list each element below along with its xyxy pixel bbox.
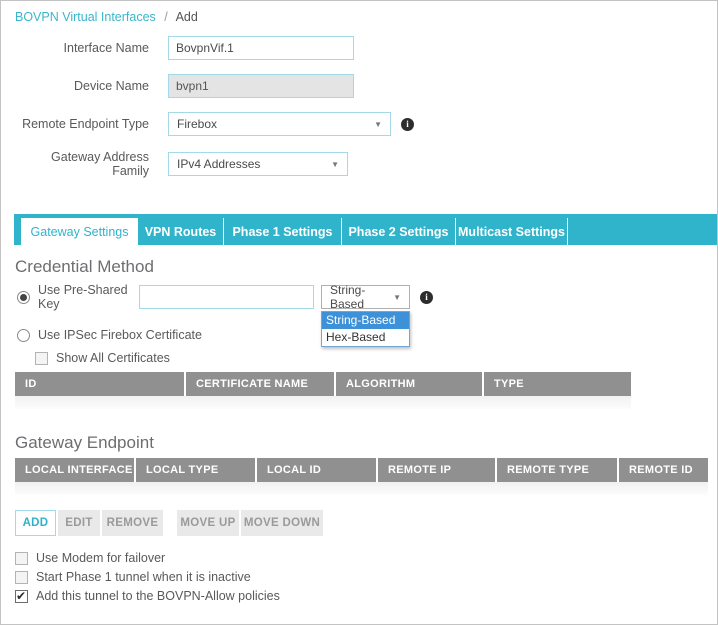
use-psk-row: Use Pre-Shared Key String-Based ▼ String… [17,283,717,311]
device-name-row: Device Name [1,74,717,98]
move-up-button[interactable]: MOVE UP [177,510,239,536]
gateway-address-family-row: Gateway Address Family IPv4 Addresses ▼ [1,150,717,178]
remote-endpoint-type-select[interactable]: Firebox ▼ [168,112,391,136]
cert-col-certificate-name: CERTIFICATE NAME [184,372,334,396]
top-form: Interface Name Device Name Remote Endpoi… [1,36,717,178]
use-modem-failover-checkbox[interactable] [15,552,28,565]
remote-endpoint-type-row: Remote Endpoint Type Firebox ▼ i [1,112,717,136]
tabbar-filler [568,218,717,245]
option-row-modem-failover: Use Modem for failover [15,551,717,565]
ge-col-remote-id: REMOTE ID [617,458,708,482]
psk-type-select-wrap: String-Based ▼ String-Based Hex-Based [321,285,410,309]
tab-vpn-routes[interactable]: VPN Routes [138,218,224,245]
cert-col-type: TYPE [482,372,631,396]
gateway-endpoint-heading: Gateway Endpoint [15,433,717,453]
certificate-table-empty-body [15,396,631,409]
show-all-certificates-row: Show All Certificates [35,351,717,365]
gateway-endpoint-table-header: LOCAL INTERFACE LOCAL TYPE LOCAL ID REMO… [15,458,717,482]
chevron-down-icon: ▼ [374,120,382,129]
edit-button[interactable]: EDIT [58,510,100,536]
use-psk-radio[interactable] [17,291,30,304]
psk-type-dropdown-list: String-Based Hex-Based [321,311,410,347]
breadcrumb: BOVPN Virtual Interfaces / Add [1,1,717,24]
use-modem-failover-label: Use Modem for failover [36,551,165,565]
add-to-bovpn-allow-label: Add this tunnel to the BOVPN-Allow polic… [36,589,280,603]
gateway-address-family-label: Gateway Address Family [15,150,149,178]
use-psk-option: Use Pre-Shared Key [17,283,139,311]
option-row-start-phase1: Start Phase 1 tunnel when it is inactive [15,570,717,584]
gateway-address-family-select[interactable]: IPv4 Addresses ▼ [168,152,348,176]
use-psk-label: Use Pre-Shared Key [38,283,139,311]
gateway-endpoint-table-empty-body [15,482,708,495]
interface-name-input[interactable] [168,36,354,60]
device-name-label: Device Name [15,79,149,93]
cert-col-id: ID [15,372,184,396]
tab-phase-2-settings[interactable]: Phase 2 Settings [342,218,456,245]
chevron-down-icon: ▼ [393,293,401,302]
psk-type-select[interactable]: String-Based ▼ [321,285,410,309]
gateway-endpoint-buttons: ADD EDIT REMOVE MOVE UP MOVE DOWN [15,510,717,536]
pre-shared-key-input[interactable] [139,285,314,309]
ge-col-remote-type: REMOTE TYPE [495,458,617,482]
ge-col-local-type: LOCAL TYPE [134,458,255,482]
breadcrumb-link-bovpn-virtual-interfaces[interactable]: BOVPN Virtual Interfaces [15,10,156,24]
device-name-input [168,74,354,98]
tab-phase-1-settings[interactable]: Phase 1 Settings [224,218,342,245]
bovpn-add-page: BOVPN Virtual Interfaces / Add Interface… [0,0,718,625]
show-all-certificates-label: Show All Certificates [56,351,170,365]
dropdown-option-hex-based[interactable]: Hex-Based [322,329,409,346]
info-icon[interactable]: i [420,291,433,304]
interface-name-row: Interface Name [1,36,717,60]
gateway-address-family-value: IPv4 Addresses [177,157,260,171]
add-button[interactable]: ADD [15,510,56,536]
use-certificate-radio[interactable] [17,329,30,342]
breadcrumb-separator: / [159,10,172,24]
remote-endpoint-type-label: Remote Endpoint Type [15,117,149,131]
dropdown-option-string-based[interactable]: String-Based [322,312,409,329]
option-row-bovpn-allow: Add this tunnel to the BOVPN-Allow polic… [15,589,717,603]
cert-col-algorithm: ALGORITHM [334,372,482,396]
tabbar-spacer [14,218,21,245]
use-certificate-label: Use IPSec Firebox Certificate [38,328,202,342]
move-down-button[interactable]: MOVE DOWN [241,510,323,536]
breadcrumb-current-add: Add [176,10,198,24]
tab-multicast-settings[interactable]: Multicast Settings [456,218,568,245]
ge-col-local-id: LOCAL ID [255,458,376,482]
remote-endpoint-type-value: Firebox [177,117,217,131]
interface-name-label: Interface Name [15,41,149,55]
add-to-bovpn-allow-checkbox[interactable] [15,590,28,603]
settings-tabbar: Gateway Settings VPN Routes Phase 1 Sett… [14,214,717,245]
tab-gateway-settings[interactable]: Gateway Settings [21,218,138,245]
start-phase1-tunnel-label: Start Phase 1 tunnel when it is inactive [36,570,251,584]
remove-button[interactable]: REMOVE [102,510,163,536]
ge-col-remote-ip: REMOTE IP [376,458,495,482]
credential-method-heading: Credential Method [15,257,717,277]
ge-col-local-interface: LOCAL INTERFACE [15,458,134,482]
show-all-certificates-checkbox[interactable] [35,352,48,365]
certificate-table-header: ID CERTIFICATE NAME ALGORITHM TYPE [15,372,717,396]
tunnel-options: Use Modem for failover Start Phase 1 tun… [15,551,717,603]
info-icon[interactable]: i [401,118,414,131]
chevron-down-icon: ▼ [331,160,339,169]
start-phase1-tunnel-checkbox[interactable] [15,571,28,584]
psk-type-value: String-Based [330,283,385,311]
